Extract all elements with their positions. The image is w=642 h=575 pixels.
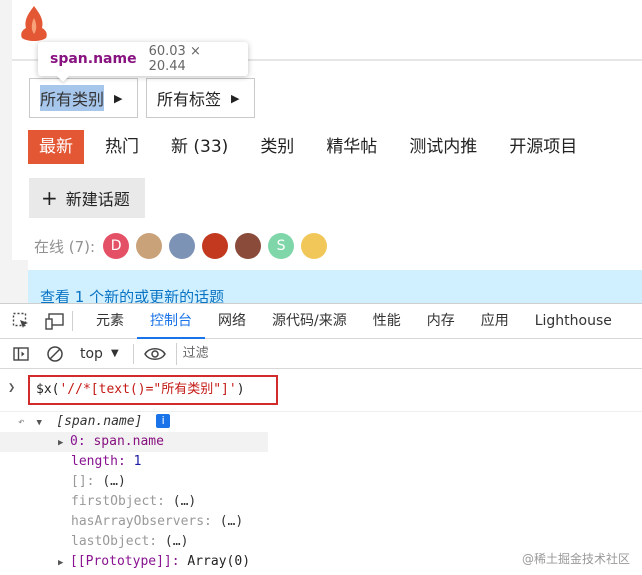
- triangle-down-icon[interactable]: ▼: [36, 413, 48, 433]
- tab-lighthouse[interactable]: Lighthouse: [522, 304, 625, 339]
- return-arrow-icon: ↶: [18, 415, 25, 428]
- property-key: [[Prototype]]:: [70, 554, 180, 569]
- avatar[interactable]: [169, 233, 196, 259]
- property-value: Array(0): [187, 554, 251, 569]
- command-suffix: ): [236, 382, 245, 397]
- property-value: span.name: [93, 434, 164, 449]
- property-key: hasArrayObservers:: [71, 514, 212, 529]
- tab-application[interactable]: 应用: [468, 304, 522, 339]
- context-value: top: [80, 345, 103, 362]
- nav-tab-hot[interactable]: 热门: [94, 130, 150, 164]
- prompt-chevron-icon: ❯: [8, 380, 16, 394]
- context-selector[interactable]: top ▼: [80, 346, 119, 362]
- triangle-right-icon[interactable]: ▶: [58, 553, 70, 573]
- devtools-tab-bar: 元素 控制台 网络 源代码/来源 性能 内存 应用 Lighthouse: [0, 304, 642, 339]
- avatar[interactable]: [202, 233, 229, 259]
- property-value: 1: [133, 454, 142, 469]
- avatar[interactable]: S: [268, 233, 295, 259]
- sidebar-toggle-icon[interactable]: [10, 343, 32, 365]
- nav-tab-categories[interactable]: 类别: [249, 130, 305, 164]
- online-users: 在线 (7): DS: [34, 232, 334, 260]
- category-filter-label: 所有类别: [40, 85, 105, 111]
- property-row[interactable]: hasArrayObservers: (…): [0, 512, 642, 532]
- property-row[interactable]: length: 1: [0, 452, 642, 472]
- plus-icon: +: [41, 186, 58, 210]
- avatar[interactable]: [301, 233, 328, 259]
- clear-console-icon[interactable]: [44, 343, 66, 365]
- property-row[interactable]: []: (…): [0, 472, 642, 492]
- property-row[interactable]: ▶ 0: span.name: [0, 432, 268, 452]
- nav-tab-latest[interactable]: 最新: [28, 130, 84, 164]
- tag-filter-button[interactable]: 所有标签 ▶: [146, 78, 255, 118]
- tab-sources[interactable]: 源代码/来源: [259, 304, 360, 339]
- avatar[interactable]: [235, 233, 262, 259]
- category-filter-button[interactable]: 所有类别 ▶: [29, 78, 138, 118]
- inspect-tooltip: span.name 60.03 × 20.44: [38, 42, 248, 76]
- devtools-tabs: 元素 控制台 网络 源代码/来源 性能 内存 应用 Lighthouse: [83, 304, 625, 339]
- tooltip-arrow: [56, 75, 70, 82]
- result-summary: [span.name]: [56, 414, 143, 429]
- triangle-right-icon[interactable]: ▶: [58, 433, 70, 453]
- tag-filter-label: 所有标签: [157, 90, 222, 109]
- property-key: []:: [71, 474, 95, 489]
- property-key: length:: [71, 454, 126, 469]
- tab-network[interactable]: 网络: [205, 304, 259, 339]
- new-topics-link[interactable]: 查看 1 个新的或更新的话题: [40, 286, 224, 303]
- console-toolbar: top ▼ 过滤: [0, 339, 642, 369]
- device-toolbar-icon[interactable]: [44, 310, 66, 332]
- watermark: @稀土掘金技术社区: [521, 552, 630, 566]
- tab-memory[interactable]: 内存: [414, 304, 468, 339]
- property-value: (…): [102, 474, 126, 489]
- nav-tab-new[interactable]: 新 (33): [160, 130, 239, 164]
- property-key: 0:: [70, 434, 86, 449]
- nav-tab-featured[interactable]: 精华帖: [315, 130, 388, 164]
- property-value: (…): [164, 534, 189, 549]
- console-result: ↶ ▼ [span.name] i ▶ 0: span.name length: 1…: [0, 411, 642, 572]
- online-label: 在线 (7):: [34, 237, 96, 256]
- inspect-element-icon[interactable]: [10, 310, 32, 332]
- caret-right-icon: ▶: [114, 91, 123, 105]
- property-value: (…): [219, 514, 244, 529]
- console-command[interactable]: $x('//*[text()="所有类别"]'): [28, 375, 278, 405]
- live-expression-eye-icon[interactable]: [143, 343, 166, 365]
- caret-right-icon: ▶: [231, 91, 240, 105]
- avatar-list: DS: [103, 233, 334, 259]
- property-value: (…): [172, 494, 197, 509]
- tooltip-dimensions: 60.03 × 20.44: [148, 44, 201, 74]
- topic-nav: 最新 热门 新 (33) 类别 精华帖 测试内推 开源项目: [28, 130, 598, 164]
- page-left-gutter: [0, 260, 28, 303]
- tab-performance[interactable]: 性能: [360, 304, 414, 339]
- devtools-panel: 元素 控制台 网络 源代码/来源 性能 内存 应用 Lighthouse top ▼ 过滤 ❯…: [0, 303, 642, 575]
- tab-console[interactable]: 控制台: [137, 304, 205, 339]
- info-icon[interactable]: i: [156, 414, 171, 428]
- new-topics-notice[interactable]: 查看 1 个新的或更新的话题: [28, 270, 642, 303]
- property-row[interactable]: firstObject: (…): [0, 492, 642, 512]
- new-topic-button[interactable]: + 新建话题: [29, 178, 145, 218]
- nav-tab-referral[interactable]: 测试内推: [398, 130, 488, 164]
- avatar[interactable]: [136, 233, 163, 259]
- tab-elements[interactable]: 元素: [83, 304, 137, 339]
- property-row[interactable]: lastObject: (…): [0, 532, 642, 552]
- command-argument: '//*[text()="所有类别"]': [59, 382, 237, 397]
- new-topic-label: 新建话题: [65, 190, 130, 209]
- property-key: firstObject:: [71, 494, 165, 509]
- nav-tab-opensource[interactable]: 开源项目: [498, 130, 588, 164]
- avatar[interactable]: D: [103, 233, 130, 259]
- console-filter-input[interactable]: 过滤: [175, 342, 606, 365]
- result-header[interactable]: ↶ ▼ [span.name] i: [0, 412, 642, 432]
- tooltip-tag: span.name: [50, 51, 137, 67]
- command-prefix: $x(: [36, 382, 60, 397]
- toolbar-separator: [132, 343, 134, 364]
- property-key: lastObject:: [71, 534, 158, 549]
- tab-separator: [72, 311, 73, 331]
- console-command-row: ❯ $x('//*[text()="所有类别"]'): [0, 375, 642, 405]
- caret-down-icon: ▼: [110, 348, 119, 359]
